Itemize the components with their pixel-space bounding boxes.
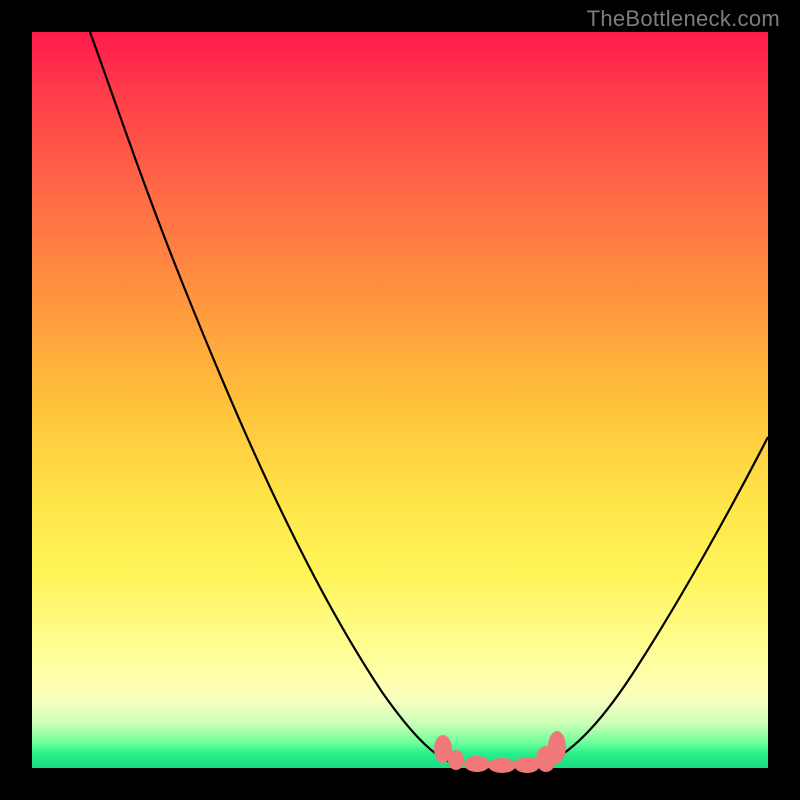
marker-dot	[434, 735, 452, 763]
marker-layer	[32, 32, 768, 768]
chart-frame: TheBottleneck.com	[0, 0, 800, 800]
plot-area	[32, 32, 768, 768]
marker-dot	[448, 750, 464, 770]
right-branch-path	[547, 437, 768, 763]
watermark-text: TheBottleneck.com	[587, 6, 780, 32]
bottleneck-curve	[32, 32, 768, 768]
marker-dot	[514, 757, 540, 773]
marker-dot	[548, 731, 566, 763]
marker-dot	[536, 746, 556, 772]
marker-dot	[488, 758, 516, 773]
marker-dot	[464, 756, 490, 772]
left-branch-path	[90, 32, 452, 763]
